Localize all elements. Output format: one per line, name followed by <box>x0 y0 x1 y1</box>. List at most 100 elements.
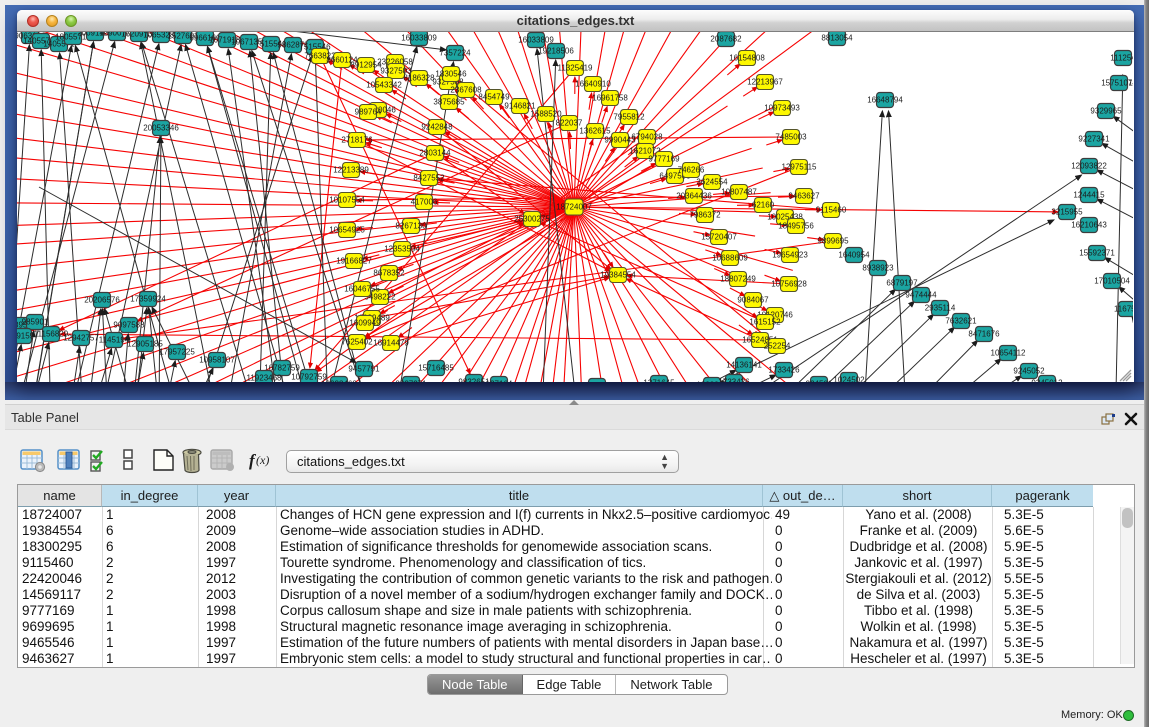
svg-text:20206576: 20206576 <box>84 296 120 305</box>
svg-text:9457791: 9457791 <box>348 365 380 374</box>
svg-text:989764: 989764 <box>355 108 382 117</box>
svg-text:12975115: 12975115 <box>782 163 818 172</box>
svg-text:8186328: 8186328 <box>403 74 435 83</box>
svg-text:18807249: 18807249 <box>720 275 756 284</box>
svg-text:16640910: 16640910 <box>575 80 611 89</box>
svg-text:9474444: 9474444 <box>905 291 937 300</box>
svg-text:2367608: 2367608 <box>450 86 482 95</box>
svg-text:3875685: 3875685 <box>433 98 465 107</box>
svg-text:17957225: 17957225 <box>159 348 195 357</box>
svg-text:1588520: 1588520 <box>530 110 562 119</box>
svg-text:8678352: 8678352 <box>373 269 405 278</box>
svg-text:18495756: 18495756 <box>778 222 814 231</box>
svg-text:10756928: 10756928 <box>771 280 807 289</box>
svg-text:15720407: 15720407 <box>701 233 737 242</box>
svg-text:8427552: 8427552 <box>413 174 445 183</box>
svg-text:12213389: 12213389 <box>333 166 369 175</box>
svg-text:9242848: 9242848 <box>421 123 453 132</box>
svg-text:10543342: 10543342 <box>366 81 402 90</box>
svg-text:8937271: 8937271 <box>395 380 427 382</box>
svg-text:10958107: 10958107 <box>199 356 235 365</box>
svg-text:16033809: 16033809 <box>401 34 437 43</box>
svg-text:6879197: 6879197 <box>886 279 918 288</box>
svg-text:9245012: 9245012 <box>1031 379 1063 382</box>
svg-text:7357224: 7357224 <box>439 49 471 58</box>
svg-text:9463627: 9463627 <box>788 192 820 201</box>
svg-text:17359924: 17359924 <box>130 295 166 304</box>
svg-text:18724007: 18724007 <box>556 203 592 212</box>
svg-text:252254: 252254 <box>764 342 791 351</box>
svg-text:12213967: 12213967 <box>747 78 783 87</box>
svg-text:9084067: 9084067 <box>737 296 769 305</box>
svg-text:19654923: 19654923 <box>772 251 808 260</box>
svg-text:19218506: 19218506 <box>538 47 574 56</box>
svg-text:1371645: 1371645 <box>643 379 675 382</box>
svg-text:39159: 39159 <box>17 332 35 341</box>
svg-text:7955812: 7955812 <box>613 113 645 122</box>
svg-text:8454749: 8454749 <box>478 93 510 102</box>
svg-text:7625402: 7625402 <box>341 338 373 347</box>
svg-text:10688609: 10688609 <box>712 254 748 263</box>
svg-text:2803144: 2803144 <box>419 149 451 158</box>
svg-text:417006: 417006 <box>411 198 438 207</box>
svg-text:11923468: 11923468 <box>247 374 283 382</box>
svg-text:2718176: 2718176 <box>341 136 373 145</box>
svg-text:10923468: 10923468 <box>321 380 357 382</box>
svg-text:19166827: 19166827 <box>336 257 372 266</box>
svg-text:1733426: 1733426 <box>718 378 750 382</box>
svg-text:14136141: 14136141 <box>726 361 762 370</box>
svg-text:2935114: 2935114 <box>925 304 956 313</box>
svg-text:1362615: 1362615 <box>579 127 611 136</box>
svg-text:10807487: 10807487 <box>721 188 757 197</box>
svg-text:20053346: 20053346 <box>143 124 179 133</box>
svg-text:9899695: 9899695 <box>817 237 849 246</box>
svg-text:15751074: 15751074 <box>1101 79 1133 88</box>
svg-text:12353594: 12353594 <box>384 245 420 254</box>
svg-text:10973493: 10973493 <box>764 104 800 113</box>
svg-text:12905185: 12905185 <box>127 340 163 349</box>
svg-text:985901: 985901 <box>22 318 49 327</box>
svg-text:10654112: 10654112 <box>991 349 1027 358</box>
svg-text:1244415: 1244415 <box>1073 191 1105 200</box>
svg-text:16210643: 16210643 <box>1071 221 1107 230</box>
svg-text:2087682: 2087682 <box>710 35 742 44</box>
svg-text:9227341: 9227341 <box>1078 135 1110 144</box>
svg-text:20364436: 20364436 <box>676 192 712 201</box>
svg-text:11325419: 11325419 <box>558 64 594 73</box>
svg-text:9115460: 9115460 <box>816 206 847 215</box>
svg-text:9777169: 9777169 <box>648 155 680 164</box>
svg-text:16154808: 16154808 <box>729 54 765 63</box>
svg-text:1145194: 1145194 <box>99 336 130 345</box>
svg-text:16046755: 16046755 <box>344 285 380 294</box>
svg-text:3624554: 3624554 <box>696 178 728 187</box>
svg-text:1609949: 1609949 <box>349 319 381 328</box>
svg-text:15592371: 15592371 <box>1079 249 1115 258</box>
svg-text:116753: 116753 <box>1114 305 1133 314</box>
svg-text:1615152: 1615152 <box>749 318 781 327</box>
svg-text:10107554: 10107554 <box>329 196 365 205</box>
svg-text:746266: 746266 <box>678 166 705 175</box>
svg-text:7986372: 7986372 <box>689 211 721 220</box>
svg-text:6794028: 6794028 <box>631 133 663 142</box>
svg-text:1733426: 1733426 <box>768 366 800 375</box>
svg-text:111254: 111254 <box>1110 54 1133 63</box>
svg-text:9329965: 9329965 <box>1090 107 1122 116</box>
svg-text:1830546: 1830546 <box>435 70 467 79</box>
svg-text:9097588: 9097588 <box>113 321 145 330</box>
svg-text:17010504: 17010504 <box>1094 277 1130 286</box>
svg-text:8938923: 8938923 <box>862 264 894 273</box>
svg-text:8471676: 8471676 <box>968 330 1000 339</box>
svg-text:16648794: 16648794 <box>867 96 903 105</box>
svg-text:137164: 137164 <box>486 380 513 382</box>
svg-text:8813054: 8813054 <box>821 34 853 43</box>
svg-text:7485003: 7485003 <box>775 133 807 142</box>
svg-text:9245052: 9245052 <box>1013 367 1045 376</box>
svg-text:25300275: 25300275 <box>514 215 550 224</box>
svg-text:(x): (x) <box>256 453 269 467</box>
svg-text:12093822: 12093822 <box>1071 162 1107 171</box>
svg-text:16914479: 16914479 <box>373 339 409 348</box>
svg-text:8267130: 8267130 <box>395 222 427 231</box>
svg-text:924501: 924501 <box>806 380 833 382</box>
svg-text:1640954: 1640954 <box>838 251 870 260</box>
svg-text:12942757: 12942757 <box>63 334 99 343</box>
